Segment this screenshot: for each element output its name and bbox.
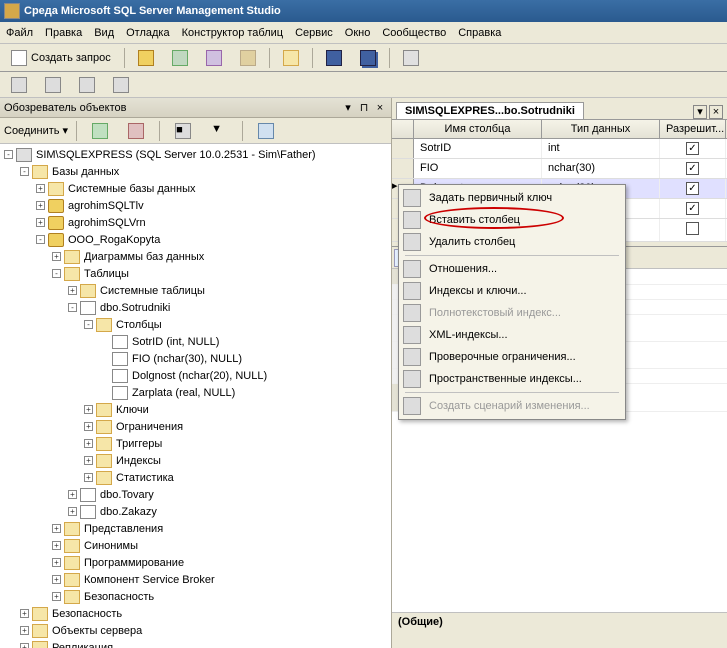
context-menu-item: Создать сценарий изменения...	[401, 395, 623, 417]
menu-file[interactable]: Файл	[6, 27, 33, 39]
object-explorer-pane: Обозреватель объектов ▾ ⊓ × Соединить ▾ …	[0, 98, 392, 648]
context-menu-item[interactable]: Индексы и ключи...	[401, 280, 623, 302]
context-menu: Задать первичный ключВставить столбецУда…	[398, 184, 626, 420]
main-toolbar: Создать запрос	[0, 44, 727, 72]
column-header-name[interactable]: Имя столбца	[414, 120, 542, 138]
object-explorer-title-bar: Обозреватель объектов ▾ ⊓ ×	[0, 98, 391, 118]
sec-btn-4[interactable]	[106, 74, 136, 96]
menu-community[interactable]: Сообщество	[382, 27, 446, 39]
menu-edit[interactable]: Правка	[45, 27, 82, 39]
menu-table-designer[interactable]: Конструктор таблиц	[182, 27, 283, 39]
table-row[interactable]: SotrIDint✓	[392, 139, 727, 159]
save-all-button[interactable]	[353, 47, 383, 69]
tab-strip: SIM\SQLEXPRES...bo.Sotrudniki ▾ ×	[392, 98, 727, 120]
new-query-button[interactable]: Создать запрос	[4, 47, 118, 69]
sec-btn-2[interactable]	[38, 74, 68, 96]
toolbar-btn-2[interactable]	[165, 47, 195, 69]
oe-filter-button[interactable]: ▼	[204, 120, 234, 142]
tab-close-icon[interactable]: ×	[709, 105, 723, 119]
oe-refresh-button[interactable]	[251, 120, 281, 142]
secondary-toolbar	[0, 72, 727, 98]
context-menu-item[interactable]: Задать первичный ключ	[401, 187, 623, 209]
context-menu-item[interactable]: Удалить столбец	[401, 231, 623, 253]
connect-button[interactable]: Соединить ▾	[4, 124, 68, 137]
column-header-nullable[interactable]: Разрешит...	[660, 120, 726, 138]
menu-bar: Файл Правка Вид Отладка Конструктор табл…	[0, 22, 727, 44]
toolbar-btn-4[interactable]	[233, 47, 263, 69]
pane-close-icon[interactable]: ×	[373, 101, 387, 115]
toolbar-btn-8[interactable]	[396, 47, 426, 69]
menu-tools[interactable]: Сервис	[295, 27, 333, 39]
filter-icon: ▼	[211, 123, 227, 139]
new-query-icon	[11, 50, 27, 66]
menu-view[interactable]: Вид	[94, 27, 114, 39]
menu-help[interactable]: Справка	[458, 27, 501, 39]
context-menu-item: Полнотекстовый индекс...	[401, 302, 623, 324]
table-row[interactable]: FIOnchar(30)✓	[392, 159, 727, 179]
sec-btn-1[interactable]	[4, 74, 34, 96]
object-explorer-title: Обозреватель объектов	[4, 102, 126, 114]
title-bar: Среда Microsoft SQL Server Management St…	[0, 0, 727, 22]
pane-pin-icon[interactable]: ⊓	[357, 101, 371, 115]
tab-table-designer[interactable]: SIM\SQLEXPRES...bo.Sotrudniki	[396, 102, 584, 119]
context-menu-item[interactable]: Вставить столбец	[401, 209, 623, 231]
toolbar-btn-3[interactable]	[199, 47, 229, 69]
menu-window[interactable]: Окно	[345, 27, 371, 39]
new-query-label: Создать запрос	[31, 52, 111, 64]
oe-stop-button[interactable]: ■	[168, 120, 198, 142]
oe-btn-1[interactable]	[85, 120, 115, 142]
open-file-button[interactable]	[276, 47, 306, 69]
object-tree[interactable]: -SIM\SQLEXPRESS (SQL Server 10.0.2531 - …	[0, 144, 391, 648]
context-menu-item[interactable]: XML-индексы...	[401, 324, 623, 346]
properties-description: (Общие)	[392, 612, 727, 648]
menu-debug[interactable]: Отладка	[126, 27, 169, 39]
context-menu-item[interactable]: Отношения...	[401, 258, 623, 280]
oe-btn-2[interactable]	[121, 120, 151, 142]
context-menu-item[interactable]: Проверочные ограничения...	[401, 346, 623, 368]
object-explorer-toolbar: Соединить ▾ ■ ▼	[0, 118, 391, 144]
column-header-type[interactable]: Тип данных	[542, 120, 660, 138]
save-button[interactable]	[319, 47, 349, 69]
sec-btn-3[interactable]	[72, 74, 102, 96]
tab-dropdown-icon[interactable]: ▾	[693, 105, 707, 119]
window-title: Среда Microsoft SQL Server Management St…	[24, 5, 281, 17]
app-icon	[4, 3, 20, 19]
toolbar-btn-1[interactable]	[131, 47, 161, 69]
context-menu-item[interactable]: Пространственные индексы...	[401, 368, 623, 390]
pane-dropdown-icon[interactable]: ▾	[341, 101, 355, 115]
